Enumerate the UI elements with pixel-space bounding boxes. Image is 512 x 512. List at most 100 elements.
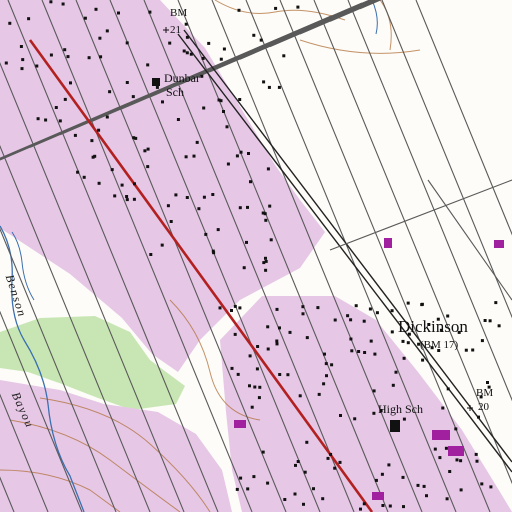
building [305,440,309,444]
building [176,118,180,121]
building [317,392,321,396]
building [105,29,109,33]
building [293,492,297,496]
building [338,460,342,464]
building [189,52,193,56]
building [202,195,206,199]
building [125,41,129,45]
building [125,195,129,198]
building [239,150,243,154]
building [146,147,150,151]
building [76,170,80,174]
building [266,347,270,351]
building [262,261,266,265]
building [375,311,379,315]
building [120,183,124,187]
map-graphics [0,0,512,512]
building [216,228,220,232]
building [301,305,305,309]
building [222,47,226,51]
building [113,194,117,198]
building [480,339,484,343]
building [303,470,307,474]
building [250,405,254,409]
building [252,33,256,37]
building [312,487,315,491]
building [19,45,23,48]
building [380,472,384,476]
building [321,497,325,501]
building [483,319,487,322]
place-label-dickinson: Dickinson [398,317,468,336]
building [93,154,97,158]
building [444,446,448,450]
building [8,21,12,25]
building [237,8,241,12]
building [329,452,333,456]
building [296,5,300,9]
revision-building [494,240,504,248]
building [238,98,242,101]
building [368,307,372,311]
building [372,389,376,393]
building [195,140,199,144]
building [245,240,248,244]
building [390,309,394,313]
revision-building [432,430,450,440]
building [278,326,281,330]
building [133,182,136,186]
building [446,387,450,391]
building [372,411,376,415]
building [326,456,330,460]
building [369,339,373,343]
building [168,41,172,45]
building [117,11,120,15]
building [184,155,188,159]
building [274,6,278,10]
building [486,381,489,384]
building [425,494,428,498]
building [204,232,208,236]
building [363,351,367,354]
building [160,243,164,247]
building [73,133,77,137]
building [282,54,286,58]
building [246,205,249,209]
building [402,505,405,509]
building [185,51,189,55]
building [474,452,478,456]
building [247,152,250,155]
building [406,341,410,345]
building [266,481,270,485]
topographic-map: Dickinson (BM 17) BM 21 BM 20 Dunbar Sch… [0,0,512,512]
contour-line [299,39,421,54]
building [125,81,129,84]
building [174,193,178,197]
building [146,63,150,67]
building [242,266,246,270]
building [20,67,24,71]
building [488,319,492,323]
building [211,193,215,196]
building [61,2,65,6]
building [316,306,320,310]
building [185,35,189,39]
building [257,396,261,400]
building [44,118,48,122]
building [387,463,391,467]
building [454,427,458,431]
building [264,256,267,260]
building [97,128,101,132]
building [402,356,406,360]
building [249,180,252,184]
building [233,332,237,336]
school-building-high [390,420,400,432]
building [266,325,270,329]
building [169,220,173,223]
building [264,268,268,272]
building [233,304,237,308]
building [391,383,395,387]
building [277,85,281,89]
building [94,7,98,11]
building [201,56,205,60]
